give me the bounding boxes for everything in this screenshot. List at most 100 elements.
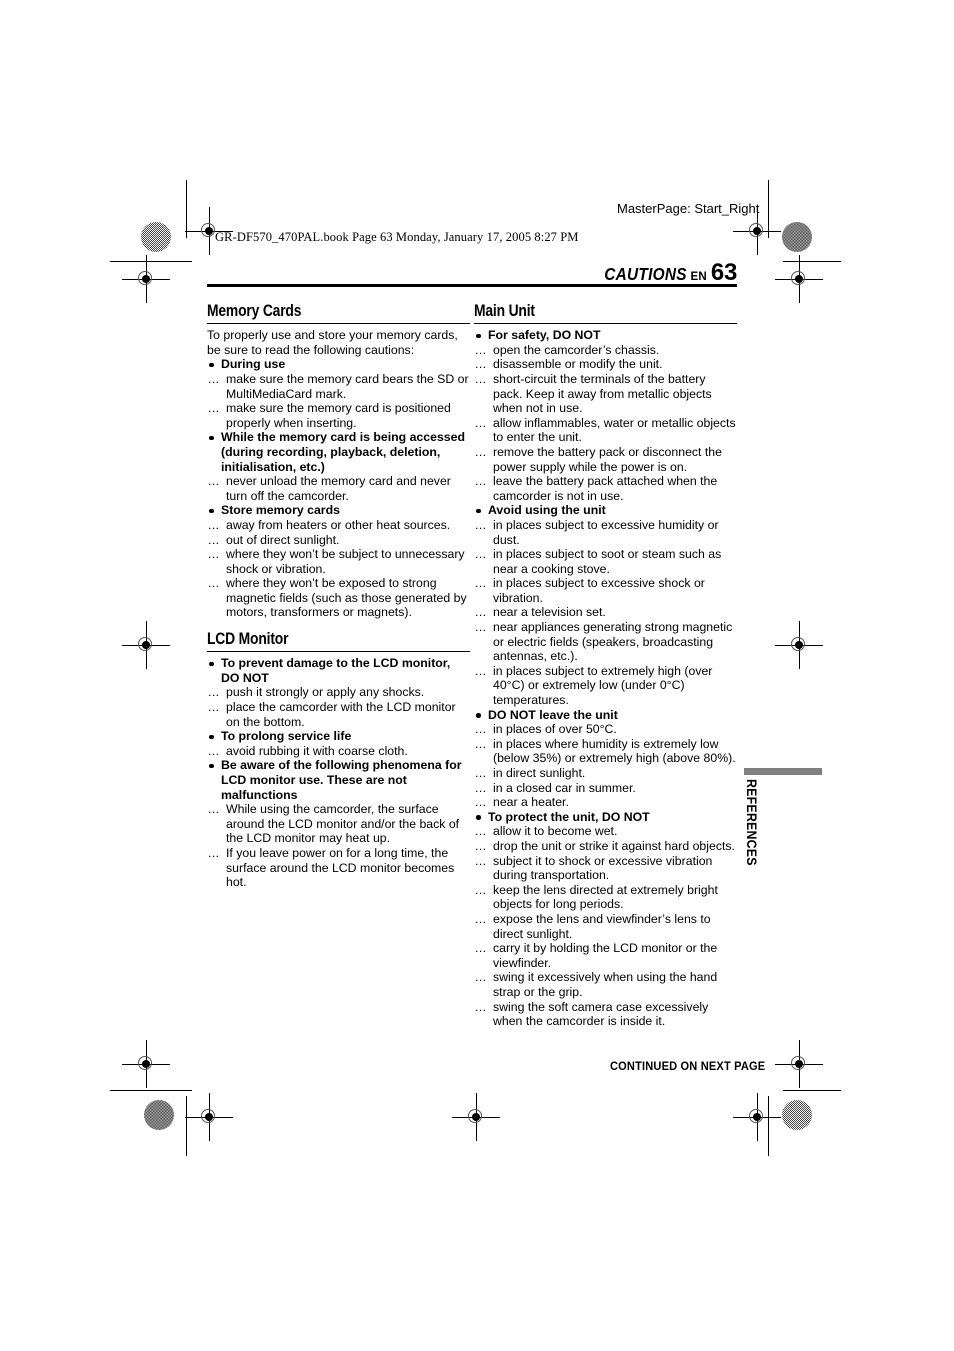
- caution-detail-item: ... drop the unit or strike it against ha…: [474, 839, 737, 854]
- ellipsis-lead: ...: [208, 576, 220, 591]
- page-number: 63: [710, 259, 737, 286]
- ellipsis-lead: ...: [475, 342, 487, 357]
- caution-heading-item: While the memory card is being accessed …: [207, 430, 470, 474]
- caution-detail-item: ... away from heaters or other heat sourc…: [207, 518, 470, 533]
- section-heading-rule: [207, 323, 470, 325]
- caution-detail-text: near a television set.: [493, 605, 606, 620]
- caution-detail-text: If you leave power on for a long time, t…: [226, 845, 455, 890]
- caution-detail-text: leave the battery pack attached when the…: [493, 474, 718, 503]
- registration-mark-right-middle: [775, 621, 823, 669]
- caution-detail-text: in direct sunlight.: [493, 766, 586, 780]
- caution-list: To prevent damage to the LCD monitor, DO…: [207, 656, 470, 890]
- caution-detail-item: ... near a heater.: [474, 795, 737, 810]
- section-intro-text: To properly use and store your memory ca…: [207, 328, 458, 357]
- registration-mark-left-upper: [122, 255, 170, 303]
- ellipsis-lead: ...: [208, 802, 220, 817]
- trim-line-left-horizontal-bottom: [110, 1090, 192, 1092]
- ellipsis-lead: ...: [475, 838, 487, 853]
- caution-detail-text: avoid rubbing it with coarse cloth.: [226, 743, 408, 758]
- section-title: CAUTIONS: [603, 264, 687, 284]
- caution-detail-item: ... swing it excessively when using the h…: [474, 970, 737, 999]
- caution-detail-item: ... disassemble or modify the unit.: [474, 357, 737, 372]
- caution-detail-item: ... in places subject to soot or steam su…: [474, 547, 737, 576]
- trim-line-left-horizontal-top: [110, 261, 192, 263]
- caution-detail-item: ... near a television set.: [474, 605, 737, 620]
- masterpage-label: MasterPage: Start_Right: [617, 201, 760, 216]
- caution-detail-text: push it strongly or apply any shocks.: [226, 685, 425, 700]
- caution-detail-text: in a closed car in summer.: [493, 780, 636, 795]
- ellipsis-lead: ...: [475, 620, 487, 635]
- caution-detail-text: where they won’t be exposed to strong ma…: [226, 576, 467, 620]
- ellipsis-lead: ...: [208, 743, 220, 758]
- caution-detail-item: ... allow it to become wet.: [474, 824, 737, 839]
- caution-detail-item: ... subject it to shock or excessive vibr…: [474, 854, 737, 883]
- caution-detail-item: ... keep the lens directed at extremely b…: [474, 883, 737, 912]
- ellipsis-lead: ...: [475, 371, 487, 386]
- halftone-dot-top-left: [141, 222, 171, 252]
- ellipsis-lead: ...: [208, 685, 220, 700]
- caution-list: For safety, DO NOT... open the camcorder’…: [474, 328, 737, 1029]
- ellipsis-lead: ...: [475, 547, 487, 562]
- caution-detail-text: near appliances generating strong magnet…: [493, 620, 733, 664]
- caution-detail-text: where they won’t be subject to unnecessa…: [226, 547, 465, 576]
- language-code: EN: [690, 271, 707, 283]
- caution-detail-text: in places where humidity is extremely lo…: [493, 736, 736, 766]
- section-heading-rule: [207, 651, 470, 653]
- caution-detail-text: disassemble or modify the unit.: [493, 357, 663, 372]
- registration-mark-bottom-right-inner: [733, 1093, 781, 1141]
- trim-line-right-vertical-bottom: [768, 1096, 770, 1156]
- column-right: Main Unit For safety, DO NOT... open the c…: [474, 302, 737, 1039]
- caution-detail-text: never unload the memory card and never t…: [226, 474, 451, 503]
- registration-mark-top-right-inner: [733, 207, 781, 255]
- caution-detail-item: ... short-circuit the terminals of the ba…: [474, 372, 737, 416]
- ellipsis-lead: ...: [475, 444, 487, 459]
- caution-detail-item: ... in places of over 50°C.: [474, 722, 737, 737]
- page-header-caption: CAUTIONS EN 63: [593, 259, 737, 287]
- ellipsis-lead: ...: [208, 474, 220, 489]
- caution-detail-item: ... near appliances generating strong mag…: [474, 620, 737, 664]
- ellipsis-lead: ...: [475, 999, 487, 1014]
- trim-line-left-vertical-bottom: [186, 1096, 188, 1156]
- caution-heading-item: Avoid using the unit: [474, 503, 737, 518]
- caution-detail-text: make sure the memory card bears the SD o…: [226, 371, 469, 401]
- ellipsis-lead: ...: [208, 371, 220, 386]
- caution-list: During use... make sure the memory card b…: [207, 357, 470, 620]
- caution-detail-item: ... open the camcorder’s chassis.: [474, 343, 737, 358]
- section-block: Main Unit For safety, DO NOT... open the c…: [474, 302, 737, 1029]
- halftone-dot-bottom-left: [144, 1100, 174, 1130]
- caution-detail-text: make sure the memory card is positioned …: [226, 401, 451, 430]
- ellipsis-lead: ...: [475, 853, 487, 868]
- ellipsis-lead: ...: [475, 722, 487, 737]
- caution-detail-text: place the camcorder with the LCD monitor…: [226, 700, 456, 729]
- ellipsis-lead: ...: [208, 700, 220, 715]
- halftone-dot-top-right: [782, 222, 812, 252]
- caution-detail-item: ... make sure the memory card is position…: [207, 401, 470, 430]
- caution-detail-item: ... make sure the memory card bears the S…: [207, 372, 470, 401]
- ellipsis-lead: ...: [475, 882, 487, 897]
- caution-heading-item: Be aware of the following phenomena for …: [207, 758, 470, 802]
- registration-mark-left-middle: [122, 621, 170, 669]
- caution-detail-item: ... carry it by holding the LCD monitor o…: [474, 941, 737, 970]
- caution-detail-text: subject it to shock or excessive vibrati…: [493, 853, 713, 883]
- ellipsis-lead: ...: [475, 795, 487, 810]
- caution-detail-text: While using the camcorder, the surface a…: [226, 802, 460, 846]
- caution-detail-text: near a heater.: [493, 795, 569, 810]
- ellipsis-lead: ...: [208, 532, 220, 547]
- caution-detail-item: ... expose the lens and viewfinder’s lens…: [474, 912, 737, 941]
- caution-detail-text: in places subject to extremely high (ove…: [493, 663, 713, 708]
- caution-detail-text: in places of over 50°C.: [493, 722, 617, 737]
- column-left: Memory Cards To properly use and store yo…: [207, 302, 470, 900]
- registration-mark-bottom-center: [452, 1093, 500, 1141]
- caution-heading-item: To prevent damage to the LCD monitor, DO…: [207, 656, 470, 685]
- ellipsis-lead: ...: [208, 845, 220, 860]
- ellipsis-lead: ...: [475, 766, 487, 780]
- registration-mark-right-lower: [775, 1040, 823, 1088]
- caution-detail-text: in places subject to excessive shock or …: [493, 576, 705, 605]
- caution-detail-item: ... If you leave power on for a long time…: [207, 846, 470, 890]
- ellipsis-lead: ...: [475, 911, 487, 926]
- caution-detail-text: open the camcorder’s chassis.: [493, 342, 660, 357]
- caution-detail-item: ... place the camcorder with the LCD moni…: [207, 700, 470, 729]
- caution-detail-item: ... allow inflammables, water or metallic…: [474, 416, 737, 445]
- caution-detail-text: expose the lens and viewfinder’s lens to…: [493, 911, 711, 941]
- section-block: LCD Monitor To prevent damage to the LCD …: [207, 630, 470, 890]
